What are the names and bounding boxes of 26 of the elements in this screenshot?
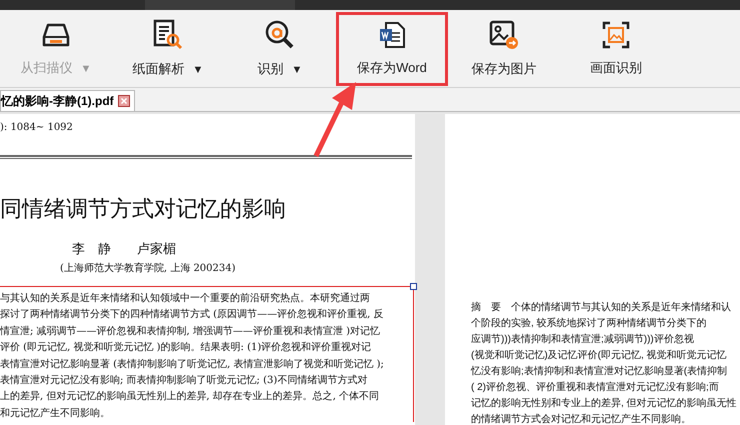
selection-handle[interactable] (410, 283, 417, 290)
magnifier-letter-icon (264, 18, 296, 51)
article-title: 同情绪调节方式对记忆的影响 (0, 199, 287, 221)
page-header: ): 1084~ 1092 (0, 121, 74, 135)
document-tab[interactable]: 忆的影响-李静(1).pdf (0, 90, 135, 111)
text-line: ( 2)评价忽视、评价重视和表情宣泄对元记忆没有影响;而 (471, 380, 720, 395)
text-line: 个阶段的实验, 较系统地探讨了两种情绪调节分类下的 (471, 316, 708, 331)
text-line: (视觉和听觉记忆)及记忆评价(即元记忆, 视觉和听觉元记忆 (471, 348, 728, 363)
picture-arrow-icon (488, 18, 520, 51)
screen-capture-icon (601, 20, 631, 50)
toolbar-button[interactable]: 保存为Word (336, 12, 448, 86)
word-document-icon (377, 20, 407, 50)
text-line: 应调节)))表情抑制和表情宣泄;减弱调节)))评价忽视 (471, 332, 695, 347)
author-names: 李 静 卢家楣 (72, 243, 177, 256)
text-line: 忆没有影响;表情抑制和表情宣泄对记忆影响显著(表情抑制 (471, 364, 728, 379)
document-search-icon (152, 18, 184, 51)
affiliation-text: (上海师范大学教育学院, 上海 200234) (60, 264, 237, 274)
toolbar-button[interactable]: 画面识别 (560, 12, 672, 86)
text-line: 的情绪调节方式会对记忆和元记忆产生不同影响。 (471, 412, 692, 425)
text-line: 记忆的影响无性别和专业上的差异, 但对元记忆的影响虽无性 (471, 396, 738, 411)
text-line: 摘 要 个体的情绪调节与其认知的关系是近年来情绪和认 (471, 300, 732, 315)
abstract-text: 与其认知的关系是近年来情绪和认知领域中一个重要的前沿研究热点。本研究通过两 探讨了两种情绪调节分类下的四种情绪调节方式 (原因调节——评价忽视和评价重视, 反 情宣泄; 减弱调节——评价忽视和表情抑制, 增强调节——评价重视和表情宣泄 )对记忆 评价 (即元记忆, 视觉和听觉元记忆 )的影响。结果表明: (1)评价忽视和评价重视对记 表情宣泄对记忆影响显著 (表情抑制影响了听觉记忆, 表情宣泄影响了视觉和听觉记忆 ); 表情宣泄对元记忆没有影响; 而表情抑制影响了听觉元记忆; (3)不同情绪调节方式对 上的差异, 但对元记忆的影响虽无性别上的差异, 却存在专业上的差异。总之, 个体不同 和元记忆产生不同影响。 (0, 286, 414, 422)
toolbar-button[interactable]: 保存为图片 (448, 12, 560, 86)
toolbar-button[interactable]: 识别 ▼ (224, 12, 336, 86)
close-icon[interactable] (118, 95, 130, 107)
toolbar-button[interactable]: 纸面解析 ▼ (112, 12, 224, 86)
